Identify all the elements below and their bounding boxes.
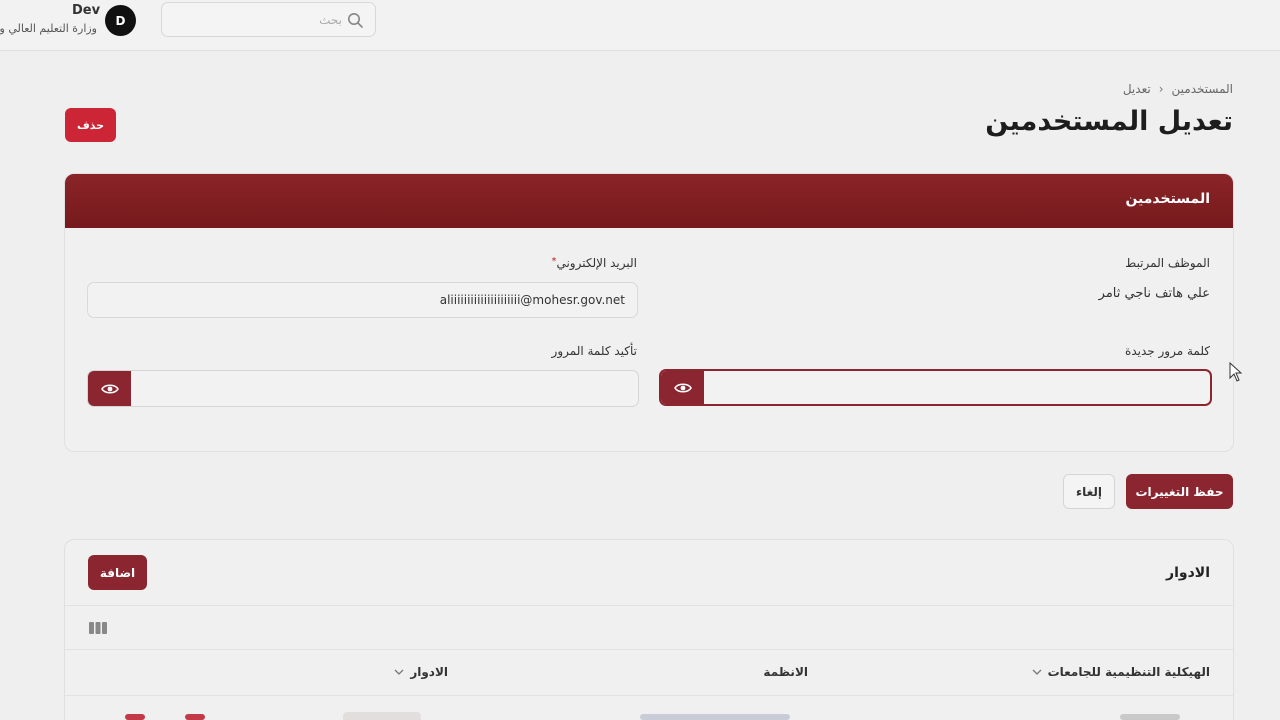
search-box[interactable] [161, 2, 376, 37]
save-changes-button[interactable]: حفظ التغييرات [1126, 474, 1233, 509]
breadcrumb: المستخدمين ‹ تعديل [1123, 82, 1233, 96]
email-label-text: البريد الإلكتروني [556, 256, 637, 270]
delete-icon[interactable] [125, 714, 145, 720]
users-form-card: المستخدمين الموظف المرتبط علي هاتف ناجي … [64, 173, 1234, 452]
chevron-down-icon [394, 669, 404, 675]
show-password-button[interactable] [661, 371, 704, 404]
cancel-button[interactable]: إلغاء [1063, 474, 1115, 509]
email-input[interactable] [88, 283, 637, 317]
roles-card: الادوار اضافة الهيكلية التنظيمية للجامعا… [64, 539, 1234, 720]
columns-icon[interactable] [89, 621, 107, 635]
search-icon [348, 13, 363, 28]
card-title: المستخدمين [1125, 191, 1210, 207]
delete-button[interactable]: حذف [65, 108, 116, 142]
card-header: المستخدمين [65, 174, 1233, 228]
table-row [640, 714, 790, 720]
new-password-label: كلمة مرور جديدة [1125, 344, 1210, 358]
divider [65, 605, 1233, 606]
role-chip [343, 712, 421, 720]
avatar[interactable]: D [105, 5, 136, 36]
new-password-input[interactable] [704, 371, 1210, 404]
column-header-label: الانظمة [763, 665, 808, 679]
top-bar: Dev وزارة التعليم العالي والبحث العلمي D [0, 0, 1280, 51]
page-title: تعديل المستخدمين [985, 106, 1233, 137]
add-role-button[interactable]: اضافة [88, 555, 147, 590]
column-header-roles[interactable]: الادوار [394, 665, 448, 679]
eye-icon [673, 382, 692, 393]
user-organization: وزارة التعليم العالي والبحث العلمي [0, 22, 97, 35]
confirm-password-label: تأكيد كلمة المرور [551, 344, 637, 358]
email-field[interactable] [87, 282, 638, 318]
column-header-label: الهيكلية التنظيمية للجامعات [1047, 665, 1210, 679]
confirm-password-input[interactable] [131, 371, 638, 406]
linked-employee-label: الموظف المرتبط [1125, 256, 1210, 270]
user-name: Dev [72, 3, 101, 18]
divider [65, 695, 1233, 696]
new-password-field[interactable] [659, 369, 1212, 406]
show-confirm-password-button[interactable] [88, 371, 131, 406]
breadcrumb-current: تعديل [1122, 82, 1151, 96]
column-header-systems[interactable]: الانظمة [763, 665, 808, 679]
breadcrumb-root[interactable]: المستخدمين [1172, 82, 1233, 96]
edit-icon[interactable] [185, 714, 205, 720]
confirm-password-field[interactable] [87, 370, 639, 407]
table-row [1120, 714, 1180, 720]
column-header-label: الادوار [410, 665, 448, 679]
eye-icon [100, 383, 119, 394]
mouse-cursor-icon [1229, 362, 1243, 382]
email-label: البريد الإلكتروني* [551, 256, 637, 270]
linked-employee-value: علي هاتف ناجي ثامر [1098, 286, 1210, 301]
column-header-university-structure[interactable]: الهيكلية التنظيمية للجامعات [1032, 665, 1210, 679]
chevron-left-icon: ‹ [1158, 82, 1164, 96]
divider [65, 649, 1233, 650]
roles-title: الادوار [1166, 565, 1210, 581]
chevron-down-icon [1032, 669, 1042, 675]
search-input[interactable] [172, 9, 342, 31]
